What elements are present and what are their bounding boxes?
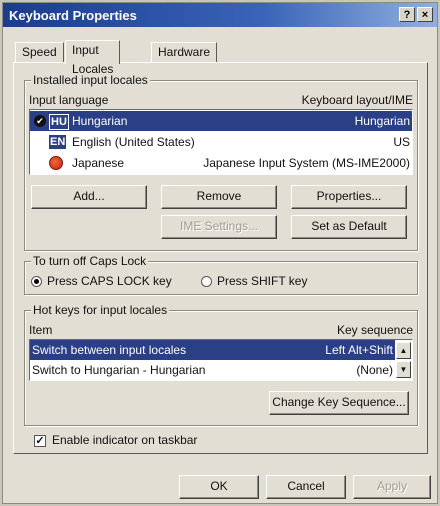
ime-globe-icon	[49, 156, 63, 170]
locale-row-hungarian[interactable]: ✔ HU Hungarian Hungarian	[30, 111, 412, 131]
close-button[interactable]: ×	[417, 7, 433, 22]
scroll-down-icon[interactable]: ▼	[396, 361, 411, 378]
en-badge-icon: EN	[49, 135, 67, 149]
locale-layout: Japanese Input System (MS-IME2000)	[203, 156, 410, 170]
hotkeys-group: Hot keys for input locales Item Key sequ…	[24, 303, 418, 426]
cancel-button[interactable]: Cancel	[266, 475, 346, 499]
hotkeys-item-header: Item	[29, 323, 53, 337]
caps-lock-group: To turn off Caps Lock Press CAPS LOCK ke…	[24, 254, 418, 295]
hotkey-sequence: Left Alt+Shift	[325, 343, 393, 357]
hotkey-item: Switch to Hungarian - Hungarian	[32, 363, 206, 377]
shift-option-label[interactable]: Press SHIFT key	[217, 274, 307, 288]
caps-lock-radio[interactable]	[31, 276, 42, 287]
hotkey-row-switch-hungarian[interactable]: Switch to Hungarian - Hungarian (None)	[30, 360, 395, 380]
hotkeys-list[interactable]: Switch between input locales Left Alt+Sh…	[29, 339, 413, 381]
tab-hardware[interactable]: Hardware	[151, 42, 218, 63]
locale-language: Hungarian	[72, 114, 128, 128]
checkmark-icon: ✔	[34, 115, 46, 127]
keyboard-properties-dialog: Keyboard Properties ? × Speed Input Loca…	[2, 2, 438, 504]
locale-language: Japanese	[72, 156, 125, 170]
set-default-button[interactable]: Set as Default	[291, 215, 407, 239]
properties-button[interactable]: Properties...	[291, 185, 407, 209]
title-bar[interactable]: Keyboard Properties ? ×	[3, 3, 437, 27]
locale-layout: Hungarian	[354, 114, 410, 128]
keyboard-layout-header: Keyboard layout/IME	[301, 93, 413, 107]
change-key-sequence-button[interactable]: Change Key Sequence...	[269, 391, 409, 415]
hotkey-item: Switch between input locales	[32, 343, 187, 357]
help-button[interactable]: ?	[399, 7, 415, 22]
locale-row-english[interactable]: EN English (United States) US	[30, 132, 412, 152]
ime-settings-button[interactable]: IME Settings...	[161, 215, 277, 239]
caps-lock-legend: To turn off Caps Lock	[31, 254, 149, 268]
caps-lock-option-label[interactable]: Press CAPS LOCK key	[47, 274, 172, 288]
locale-language: English (United States)	[72, 135, 195, 149]
indicator-label[interactable]: Enable indicator on taskbar	[52, 433, 197, 447]
hotkeys-legend: Hot keys for input locales	[31, 303, 170, 317]
hu-badge-icon: HU	[49, 114, 69, 130]
hotkey-sequence: (None)	[356, 363, 393, 377]
tab-speed[interactable]: Speed	[15, 42, 64, 63]
remove-button[interactable]: Remove	[161, 185, 277, 209]
locale-layout: US	[393, 135, 410, 149]
add-button[interactable]: Add...	[31, 185, 147, 209]
locale-row-japanese[interactable]: Japanese Japanese Input System (MS-IME20…	[30, 153, 412, 173]
installed-locales-group: Installed input locales Input language K…	[24, 73, 418, 251]
installed-locales-list[interactable]: ✔ HU Hungarian Hungarian EN English (Uni…	[29, 109, 413, 175]
input-language-header: Input language	[29, 93, 109, 107]
input-locales-panel: Installed input locales Input language K…	[13, 62, 428, 454]
hotkeys-seq-header: Key sequence	[336, 323, 413, 337]
window-title: Keyboard Properties	[9, 8, 137, 23]
ok-button[interactable]: OK	[179, 475, 259, 499]
apply-button[interactable]: Apply	[353, 475, 431, 499]
tab-input-locales[interactable]: Input Locales	[65, 40, 121, 76]
hotkey-row-switch-locales[interactable]: Switch between input locales Left Alt+Sh…	[30, 340, 395, 360]
indicator-checkbox[interactable]: ✓	[34, 435, 46, 447]
shift-radio[interactable]	[201, 276, 212, 287]
scroll-up-icon[interactable]: ▲	[396, 342, 411, 359]
